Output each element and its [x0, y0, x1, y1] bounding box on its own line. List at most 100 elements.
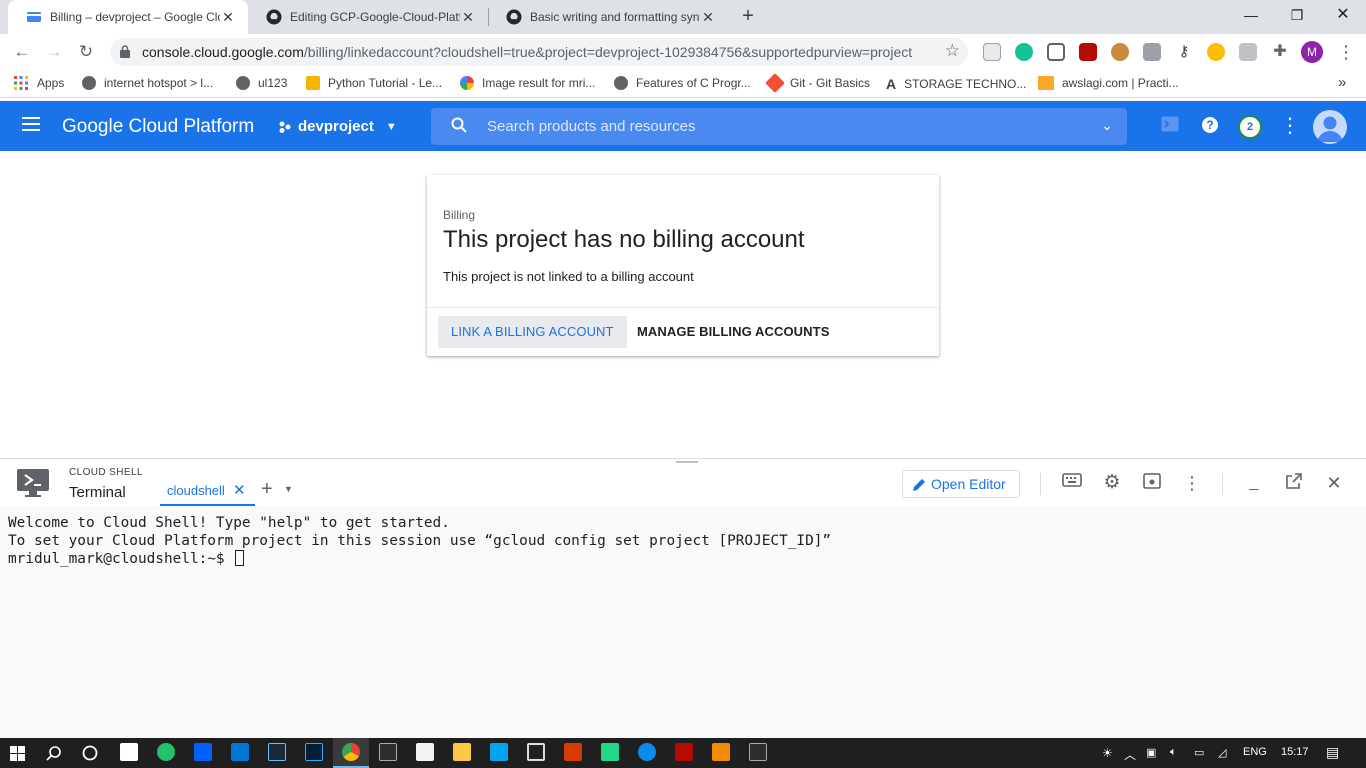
close-tab-icon[interactable]: ✕: [233, 481, 246, 499]
wifi-icon[interactable]: ◿: [1218, 746, 1226, 759]
settings-gear-icon[interactable]: ⚙: [1102, 473, 1122, 493]
minimize-icon[interactable]: _: [1244, 473, 1264, 493]
acrobat-icon[interactable]: [675, 743, 693, 761]
terminal-area[interactable]: Welcome to Cloud Shell! Type "help" to g…: [0, 506, 1366, 738]
chrome-menu-icon[interactable]: ⋮: [1334, 40, 1358, 64]
clock[interactable]: 15:17: [1281, 746, 1309, 758]
bookmarks-overflow-button[interactable]: »: [1338, 74, 1346, 91]
edge-icon[interactable]: [638, 743, 656, 761]
chrome-icon[interactable]: [342, 743, 360, 761]
dropbox-icon[interactable]: [194, 743, 212, 761]
close-window-button[interactable]: ✕: [1320, 0, 1366, 30]
pycharm-icon[interactable]: [601, 743, 619, 761]
extension-moon-icon[interactable]: [1207, 43, 1225, 61]
language-indicator[interactable]: ENG: [1243, 746, 1267, 758]
gcp-title[interactable]: Google Cloud Platform: [62, 116, 254, 138]
bookmark-git-basics[interactable]: Git - Git Basics: [765, 73, 870, 93]
file-explorer-icon[interactable]: [453, 743, 471, 761]
tab-billing[interactable]: Billing – devproject – Google Clo ✕: [8, 0, 248, 34]
battery-icon[interactable]: ▭: [1194, 746, 1204, 759]
cookie-icon[interactable]: [1111, 43, 1129, 61]
mail-icon[interactable]: [231, 743, 249, 761]
extension-cube-icon[interactable]: [1047, 43, 1065, 61]
bookmark-ul123[interactable]: ul123: [236, 76, 287, 90]
notifications-badge[interactable]: 2: [1238, 115, 1262, 139]
account-avatar[interactable]: [1313, 110, 1347, 144]
action-center-icon[interactable]: ▤: [1326, 744, 1339, 761]
tab-close-icon[interactable]: ✕: [220, 9, 236, 26]
store-icon[interactable]: [120, 743, 138, 761]
hamburger-menu-icon[interactable]: [22, 117, 40, 131]
address-bar[interactable]: console.cloud.google.com/billing/linkeda…: [110, 38, 968, 66]
adobe-acrobat-icon[interactable]: [1079, 43, 1097, 61]
bookmark-awslagi[interactable]: awslagi.com | Practi...: [1038, 76, 1178, 90]
tray-weather-icon[interactable]: ☀: [1102, 746, 1113, 760]
cmd-icon[interactable]: [749, 743, 767, 761]
more-options-icon[interactable]: ⋮: [1280, 116, 1300, 136]
shell-resize-handle[interactable]: [676, 461, 698, 464]
chevron-down-icon[interactable]: ▼: [284, 484, 293, 494]
minimize-window-button[interactable]: —: [1228, 0, 1274, 30]
forward-button[interactable]: →: [42, 40, 66, 64]
extension-picture-icon[interactable]: [1143, 43, 1161, 61]
app-window-icon[interactable]: [490, 743, 508, 761]
new-tab-button[interactable]: +: [736, 5, 760, 29]
open-new-window-icon[interactable]: [1284, 473, 1304, 493]
bookmark-image-result[interactable]: Image result for mri...: [460, 76, 595, 90]
shell-tab-cloudshell[interactable]: cloudshell: [167, 483, 225, 498]
tab-basic-writing[interactable]: Basic writing and formatting synt ✕: [488, 0, 728, 34]
back-button[interactable]: ←: [10, 40, 34, 64]
extensions-puzzle-icon[interactable]: ✚: [1271, 43, 1289, 61]
network-icon[interactable]: ▣: [1146, 746, 1156, 759]
tray-overflow-icon[interactable]: ︿: [1124, 746, 1136, 763]
bookmark-storage-techno[interactable]: A STORAGE TECHNO...: [886, 76, 1026, 92]
close-shell-icon[interactable]: ✕: [1324, 473, 1344, 493]
help-icon[interactable]: ?: [1200, 116, 1220, 136]
bookmark-features-c[interactable]: Features of C Progr...: [614, 76, 751, 90]
search-bar[interactable]: ⌄: [431, 108, 1127, 145]
bookmark-internet-hotspot[interactable]: internet hotspot > l...: [82, 76, 213, 90]
restore-window-button[interactable]: ❐: [1274, 0, 1320, 30]
bookmark-star-icon[interactable]: ☆: [945, 41, 960, 61]
url-path: /billing/linkedaccount?cloudshell=true&p…: [303, 44, 913, 60]
search-icon[interactable]: [46, 745, 62, 761]
keyboard-icon[interactable]: [1062, 473, 1082, 493]
cloud-shell-logo-icon: [17, 469, 49, 497]
steam-icon[interactable]: [268, 743, 286, 761]
project-selector[interactable]: devproject ▼: [278, 118, 397, 135]
key-icon[interactable]: ⚷: [1175, 43, 1193, 61]
billing-card: Billing This project has no billing acco…: [427, 175, 939, 356]
link-billing-account-button[interactable]: LINK A BILLING ACCOUNT: [438, 316, 627, 348]
search-input[interactable]: [487, 116, 1067, 136]
tab-close-icon[interactable]: ✕: [460, 9, 476, 26]
profile-avatar[interactable]: M: [1301, 41, 1323, 63]
cloud-shell-activate-icon[interactable]: [1160, 116, 1180, 136]
3d-box-icon[interactable]: [527, 743, 545, 761]
bookmark-python-tutorial[interactable]: Python Tutorial - Le...: [306, 76, 442, 90]
more-options-icon[interactable]: ⋮: [1182, 473, 1202, 493]
extension-copy-icon[interactable]: [983, 43, 1001, 61]
notepad-icon[interactable]: [416, 743, 434, 761]
vlc-icon[interactable]: [712, 743, 730, 761]
notification-count: 2: [1246, 121, 1254, 133]
grammarly-icon[interactable]: [1015, 43, 1033, 61]
office-icon[interactable]: [564, 743, 582, 761]
bookmark-apps[interactable]: Apps: [14, 76, 64, 90]
infinity-app-icon[interactable]: [157, 743, 175, 761]
tab-close-icon[interactable]: ✕: [700, 9, 716, 26]
tab-title: Billing – devproject – Google Clo: [50, 10, 220, 24]
open-editor-button[interactable]: Open Editor: [902, 470, 1020, 498]
reload-button[interactable]: ↻: [74, 40, 98, 64]
globe-icon: [614, 76, 628, 90]
web-preview-icon[interactable]: [1142, 473, 1162, 493]
windows-start-icon[interactable]: [10, 746, 25, 761]
photoshop-icon[interactable]: [305, 743, 323, 761]
terminal-app-icon[interactable]: [379, 743, 397, 761]
tab-editing-gcp[interactable]: Editing GCP-Google-Cloud-Platfo ✕: [248, 0, 488, 34]
extension-r-icon[interactable]: [1239, 43, 1257, 61]
add-tab-icon[interactable]: +: [261, 478, 273, 501]
volume-icon[interactable]: 🔈︎: [1170, 746, 1177, 759]
chevron-down-icon[interactable]: ⌄: [1101, 117, 1113, 134]
cortana-icon[interactable]: [82, 745, 98, 761]
manage-billing-accounts-button[interactable]: MANAGE BILLING ACCOUNTS: [624, 316, 842, 348]
